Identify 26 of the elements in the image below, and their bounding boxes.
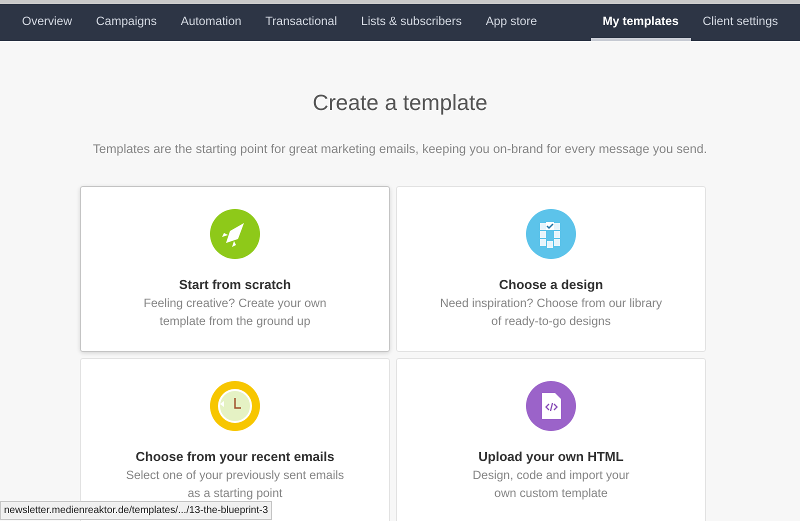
option-description: Need inspiration? Choose from our library xyxy=(440,295,662,312)
status-bar-url: newsletter.medienreaktor.de/templates/.../13-the-blueprint-3 xyxy=(0,501,272,520)
nav-tab[interactable]: Overview xyxy=(10,4,84,41)
nav-tab[interactable]: Client settings xyxy=(690,4,790,41)
intro-text: Templates are the starting point for great marketing emails, keeping you on-brand for every message you send. xyxy=(92,141,708,158)
template-option-card[interactable]: Choose a design Need inspiration? Choose from our library of ready-to-go designs xyxy=(396,186,706,352)
option-title: Choose a design xyxy=(498,276,604,294)
option-description: Design, code and import your xyxy=(472,467,630,484)
option-description: own custom template xyxy=(494,485,608,502)
nav-tab[interactable]: Automation xyxy=(168,4,254,41)
nav-tab[interactable]: My templates xyxy=(590,4,691,41)
nav-tab[interactable]: Campaigns xyxy=(84,4,169,41)
nav-tab[interactable]: Lists & subscribers xyxy=(349,4,474,41)
option-title: Start from scratch xyxy=(179,276,291,294)
page-heading: Create a template xyxy=(312,89,488,117)
option-description: as a starting point xyxy=(188,485,282,502)
option-description: Select one of your previously sent emails xyxy=(126,467,344,484)
nav-tab[interactable]: App store xyxy=(474,4,550,41)
template-option-card[interactable]: Start from scratch Feeling creative? Create your own template from the ground up xyxy=(80,186,390,352)
option-description: of ready-to-go designs xyxy=(491,313,611,330)
option-title: Choose from your recent emails xyxy=(136,448,334,466)
option-description: Feeling creative? Create your own xyxy=(144,295,326,312)
nav-tab[interactable]: Transactional xyxy=(253,4,350,41)
template-option-card[interactable]: Upload your own HTML Design, code and import your own custom template xyxy=(396,358,706,521)
option-title: Upload your own HTML xyxy=(478,448,624,466)
option-description: template from the ground up xyxy=(160,313,310,330)
